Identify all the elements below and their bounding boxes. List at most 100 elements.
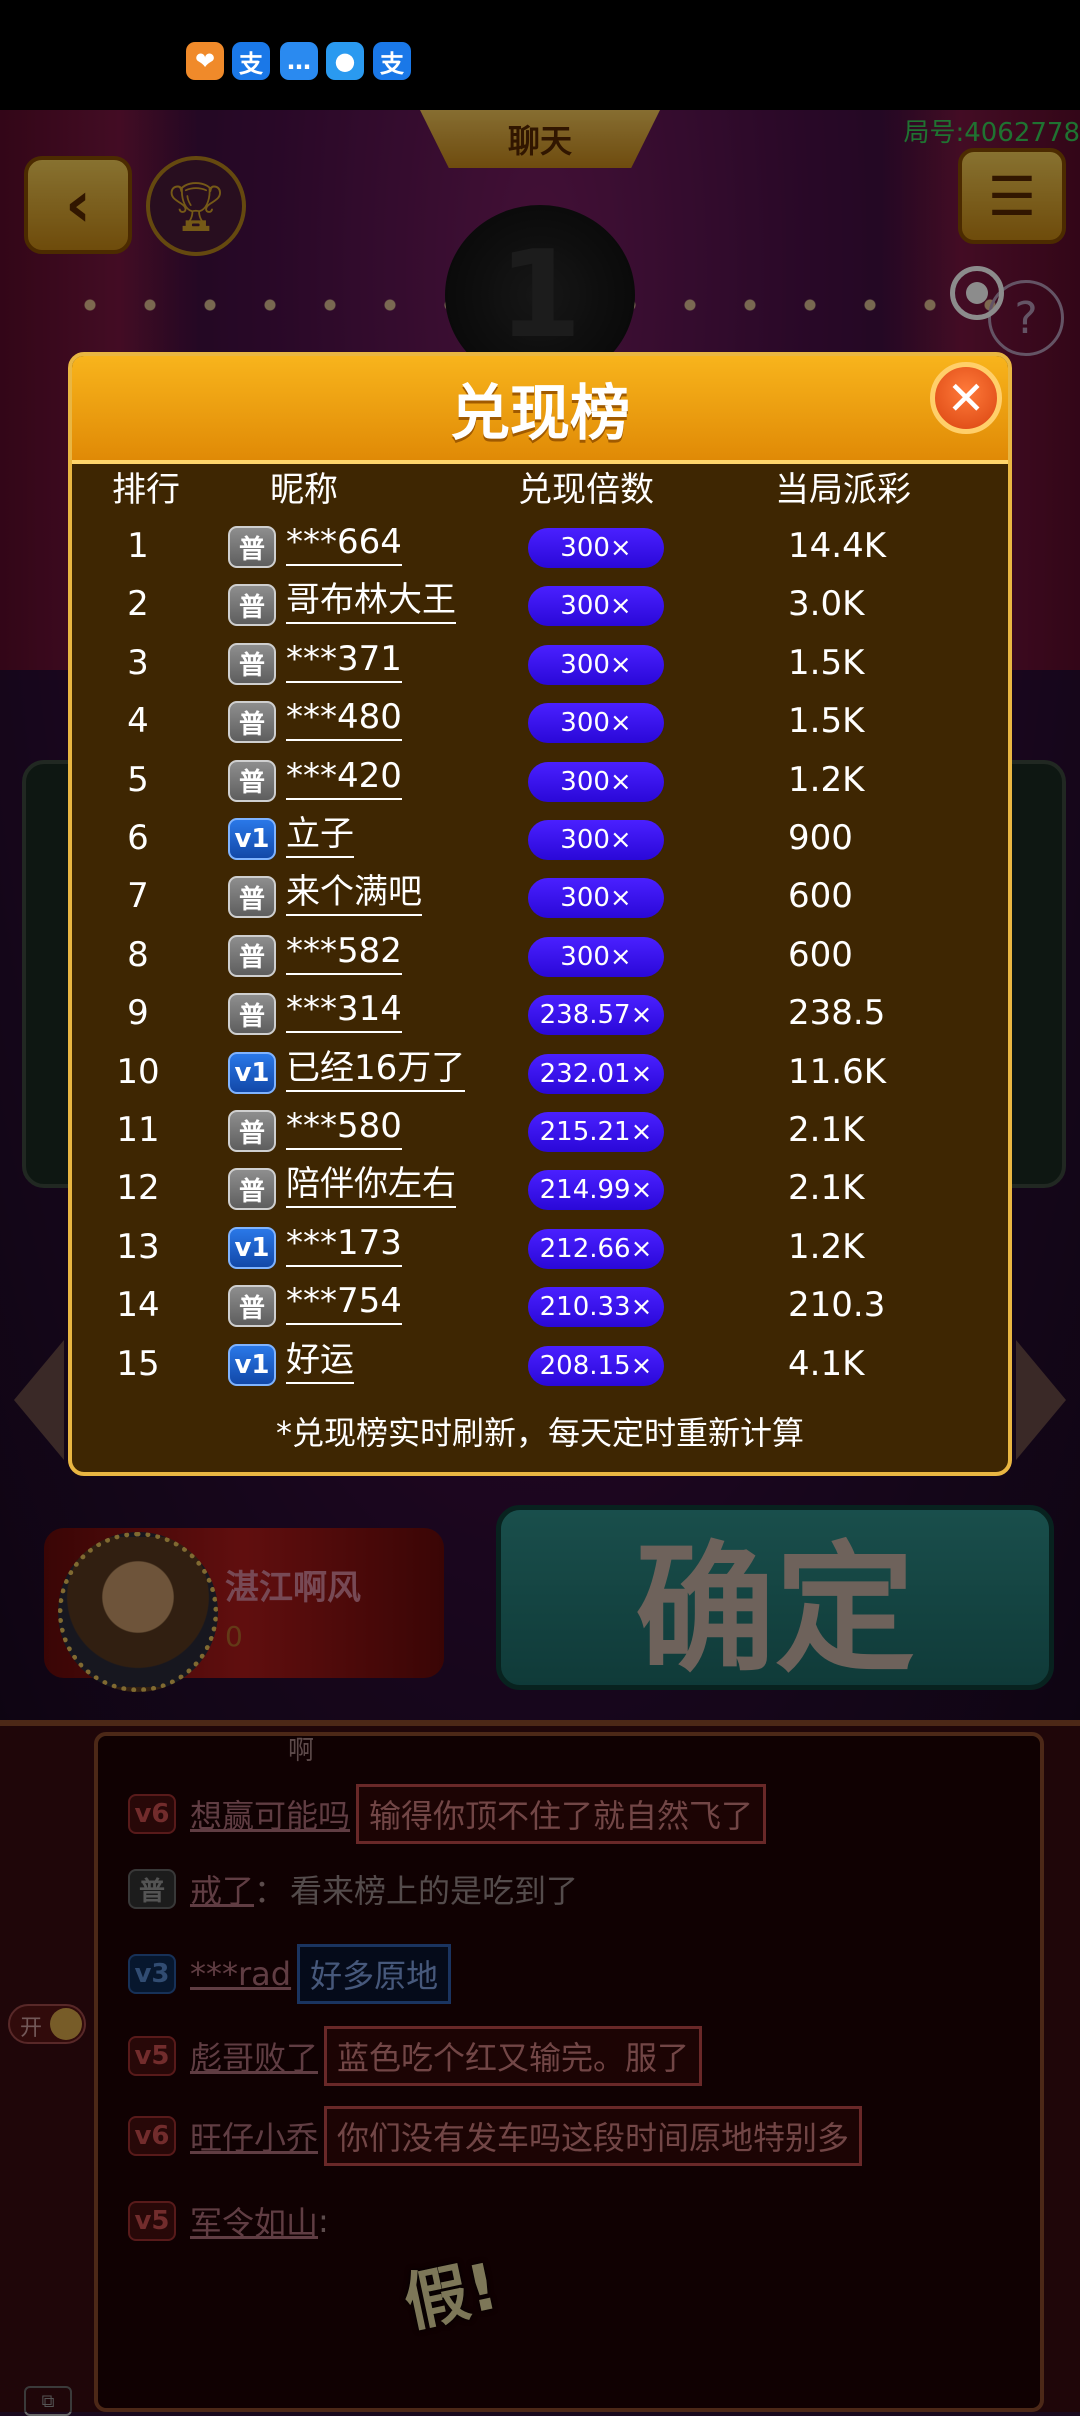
level-badge: 普 (228, 934, 276, 977)
cashout-multiplier: 215.21× (528, 1112, 664, 1152)
leaderboard-row: 13 v1 ***173 212.66× 1.2K (68, 1219, 1012, 1277)
leaderboard-row: 3 普 ***371 300× 1.5K (68, 635, 1012, 693)
alipay-icon: 支 (232, 42, 270, 80)
player-nickname[interactable]: 来个满吧 (286, 870, 422, 917)
round-payout: 11.6K (788, 1051, 886, 1092)
round-payout: 210.3 (788, 1285, 886, 1326)
cashout-multiplier: 300× (528, 761, 664, 802)
round-payout: 600 (788, 876, 853, 917)
leaderboard-row: 10 v1 已经16万了 232.01× 11.6K (68, 1044, 1012, 1102)
header-payout: 当局派彩 (775, 470, 911, 510)
header-multiplier: 兑现倍数 (518, 470, 654, 510)
leaderboard-row: 9 普 ***314 238.57× 238.5 (68, 985, 1012, 1043)
cashout-multiplier: 300× (528, 644, 664, 685)
leaderboard-row: 6 v1 立子 300× 900 (68, 810, 1012, 868)
message-icon: … (280, 42, 318, 80)
round-payout: 1.5K (788, 642, 865, 683)
leaderboard-row: 4 普 ***480 300× 1.5K (68, 693, 1012, 751)
level-badge: 普 (228, 1285, 276, 1328)
cashout-multiplier: 300× (528, 936, 664, 977)
rank-number: 9 (127, 993, 149, 1034)
player-nickname[interactable]: ***664 (286, 520, 402, 566)
modal-header: 兑现榜 (72, 356, 1008, 464)
level-badge: 普 (228, 1110, 276, 1152)
leaderboard-row: 2 普哥布林大王 300× 3.0K (68, 576, 1012, 634)
level-badge: v1 (228, 1051, 276, 1094)
rank-number: 10 (116, 1051, 160, 1092)
leaderboard-row: 14 普 ***754 210.33× 210.3 (68, 1277, 1012, 1335)
cashout-multiplier: 300× (528, 528, 664, 568)
round-payout: 4.1K (788, 1343, 865, 1384)
status-bar (0, 0, 1080, 110)
player-nickname[interactable]: ***580 (286, 1104, 402, 1150)
cashout-multiplier: 214.99× (528, 1170, 664, 1211)
round-payout: 14.4K (788, 526, 886, 566)
round-payout: 2.1K (788, 1168, 865, 1209)
cashout-multiplier: 300× (528, 703, 664, 744)
level-badge: 普 (228, 1168, 276, 1211)
player-nickname[interactable]: ***314 (286, 987, 402, 1034)
rank-number: 2 (127, 584, 149, 625)
rank-number: 7 (127, 876, 149, 917)
cashout-multiplier: 300× (528, 878, 664, 919)
rank-number: 12 (116, 1168, 160, 1209)
cashout-multiplier: 232.01× (528, 1053, 664, 1094)
player-nickname[interactable]: 好运 (286, 1338, 354, 1384)
round-payout: 1.2K (788, 759, 865, 800)
level-badge: v1 (228, 818, 276, 860)
round-payout: 1.5K (788, 701, 865, 742)
leaderboard-row: 15 v1 好运 208.15× 4.1K (68, 1336, 1012, 1394)
rank-number: 14 (116, 1285, 160, 1326)
alipay-icon-2: 支 (373, 42, 411, 80)
player-nickname[interactable]: ***173 (286, 1221, 402, 1267)
leaderboard-row: 1 普 ***664 300× 14.4K (68, 518, 1012, 576)
player-nickname[interactable]: ***420 (286, 754, 402, 800)
weather-icon: ● (326, 42, 364, 80)
rank-number: 15 (116, 1343, 160, 1384)
level-badge: 普 (228, 876, 276, 919)
leaderboard-row: 11 普 ***580 215.21× 2.1K (68, 1102, 1012, 1160)
cashout-multiplier: 238.57× (528, 995, 664, 1036)
player-nickname[interactable]: 立子 (286, 812, 354, 858)
level-badge: 普 (228, 993, 276, 1036)
round-payout: 1.2K (788, 1226, 865, 1267)
rank-number: 11 (116, 1110, 160, 1150)
leaderboard-row: 12 普陪伴你左右 214.99× 2.1K (68, 1160, 1012, 1218)
level-badge: v1 (228, 1226, 276, 1269)
cashout-multiplier: 300× (528, 820, 664, 860)
player-nickname[interactable]: ***582 (286, 929, 402, 975)
close-button[interactable]: ✕ (930, 362, 1002, 434)
level-badge: 普 (228, 759, 276, 802)
close-icon: ✕ (946, 371, 986, 425)
player-nickname[interactable]: 已经16万了 (286, 1046, 466, 1092)
player-nickname[interactable]: 哥布林大王 (286, 578, 456, 625)
player-nickname[interactable]: ***371 (286, 637, 402, 683)
cashout-multiplier: 212.66× (528, 1228, 664, 1269)
player-nickname[interactable]: 陪伴你左右 (286, 1162, 456, 1209)
round-payout: 3.0K (788, 584, 865, 625)
player-nickname[interactable]: ***754 (286, 1279, 402, 1326)
level-badge: 普 (228, 584, 276, 627)
leaderboard-row: 8 普 ***582 300× 600 (68, 927, 1012, 985)
leaderboard-row: 5 普 ***420 300× 1.2K (68, 752, 1012, 810)
modal-title: 兑现榜 (450, 378, 630, 449)
header-nickname: 昵称 (270, 470, 338, 510)
cashout-multiplier: 208.15× (528, 1345, 664, 1386)
rank-number: 8 (127, 934, 149, 975)
level-badge: 普 (228, 642, 276, 685)
leaderboard-row: 7 普来个满吧 300× 600 (68, 868, 1012, 926)
rank-number: 5 (127, 759, 149, 800)
round-payout: 600 (788, 934, 853, 975)
player-nickname[interactable]: ***480 (286, 695, 402, 742)
rank-number: 1 (127, 526, 149, 566)
level-badge: 普 (228, 701, 276, 744)
rank-number: 13 (116, 1226, 160, 1267)
level-badge: v1 (228, 1343, 276, 1386)
heart-app-icon: ❤ (186, 42, 224, 80)
cashout-multiplier: 210.33× (528, 1287, 664, 1328)
round-payout: 900 (788, 818, 853, 858)
rank-number: 4 (127, 701, 149, 742)
rank-number: 3 (127, 642, 149, 683)
round-payout: 238.5 (788, 993, 886, 1034)
leaderboard-footnote: *兑现榜实时刷新，每天定时重新计算 (275, 1414, 804, 1452)
